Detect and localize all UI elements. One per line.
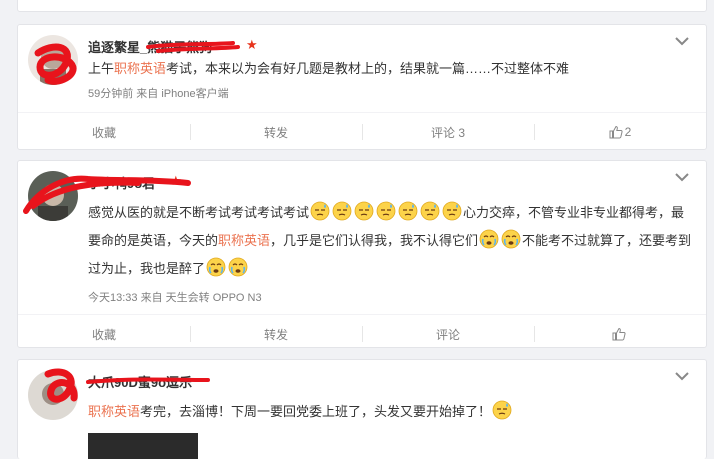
emoji-group [205,257,249,277]
sweat-face-icon [310,201,330,221]
like-button[interactable]: 2 [534,113,706,149]
collect-button[interactable]: 收藏 [18,113,190,149]
post-text: 感觉从医的就是不断考试考试考试考试 心力交瘁，不管专业非专业都得考，最要命的是英语… [88,199,694,283]
action-bar: 收藏 转发 评论 3 2 [18,112,706,149]
post-meta[interactable]: 今天13:33 来自 天生会转 OPPO N3 [88,289,262,305]
post-image[interactable] [88,433,198,459]
sweat-face-icon [492,400,512,420]
post-meta[interactable]: 59分钟前 来自 iPhone客户端 [88,85,229,101]
highlight-keyword[interactable]: 职称英语 [218,233,270,248]
highlight-keyword[interactable]: 职称英语 [88,404,140,419]
action-bar: 收藏 转发 评论 [18,314,706,347]
comment-button[interactable]: 评论 [362,315,534,347]
avatar[interactable] [28,171,78,221]
emoji-group [491,400,513,420]
post-text: 职称英语考完，去淄博！下周一要回党委上班了，头发又要开始掉了！ [88,398,692,426]
username[interactable]: 大爪90D蜜9o逗乐 [88,372,192,391]
post-card: 小小鸭9o君 ★ 感觉从医的就是不断考试考试考试考试 心力交瘁，不管专业非专业都得… [17,160,707,348]
username[interactable]: 追逐繁星_熊猫子熊狗 [88,37,212,56]
thumbs-up-icon [612,327,626,341]
crying-face-icon [479,229,499,249]
username[interactable]: 小小鸭9o君 [88,173,155,192]
sweat-face-icon [442,201,462,221]
chevron-down-icon[interactable] [674,368,690,384]
vip-star-icon: ★ [170,173,182,188]
chevron-down-icon[interactable] [674,33,690,49]
post-card: 追逐繁星_熊猫子熊狗 ★ 上午职称英语考试，本来以为会有好几题是教材上的，结果就… [17,24,707,150]
highlight-keyword[interactable]: 职称英语 [114,61,166,76]
emoji-group [478,229,522,249]
avatar[interactable] [28,35,78,85]
previous-post-card [17,0,707,12]
vip-star-icon: ★ [246,37,258,52]
sweat-face-icon [420,201,440,221]
sweat-face-icon [332,201,352,221]
repost-button[interactable]: 转发 [190,113,362,149]
sweat-face-icon [398,201,418,221]
post-card: 大爪90D蜜9o逗乐 职称英语考完，去淄博！下周一要回党委上班了，头发又要开始掉… [17,359,707,459]
crying-face-icon [206,257,226,277]
crying-face-icon [228,257,248,277]
like-button[interactable] [534,315,706,347]
comment-button[interactable]: 评论 3 [362,113,534,149]
chevron-down-icon[interactable] [674,169,690,185]
collect-button[interactable]: 收藏 [18,315,190,347]
sweat-face-icon [376,201,396,221]
repost-button[interactable]: 转发 [190,315,362,347]
post-text: 上午职称英语考试，本来以为会有好几题是教材上的，结果就一篇……不过整体不难 [88,61,570,76]
avatar[interactable] [28,370,78,420]
crying-face-icon [501,229,521,249]
emoji-group [309,201,463,221]
thumbs-up-icon [609,125,623,139]
sweat-face-icon [354,201,374,221]
